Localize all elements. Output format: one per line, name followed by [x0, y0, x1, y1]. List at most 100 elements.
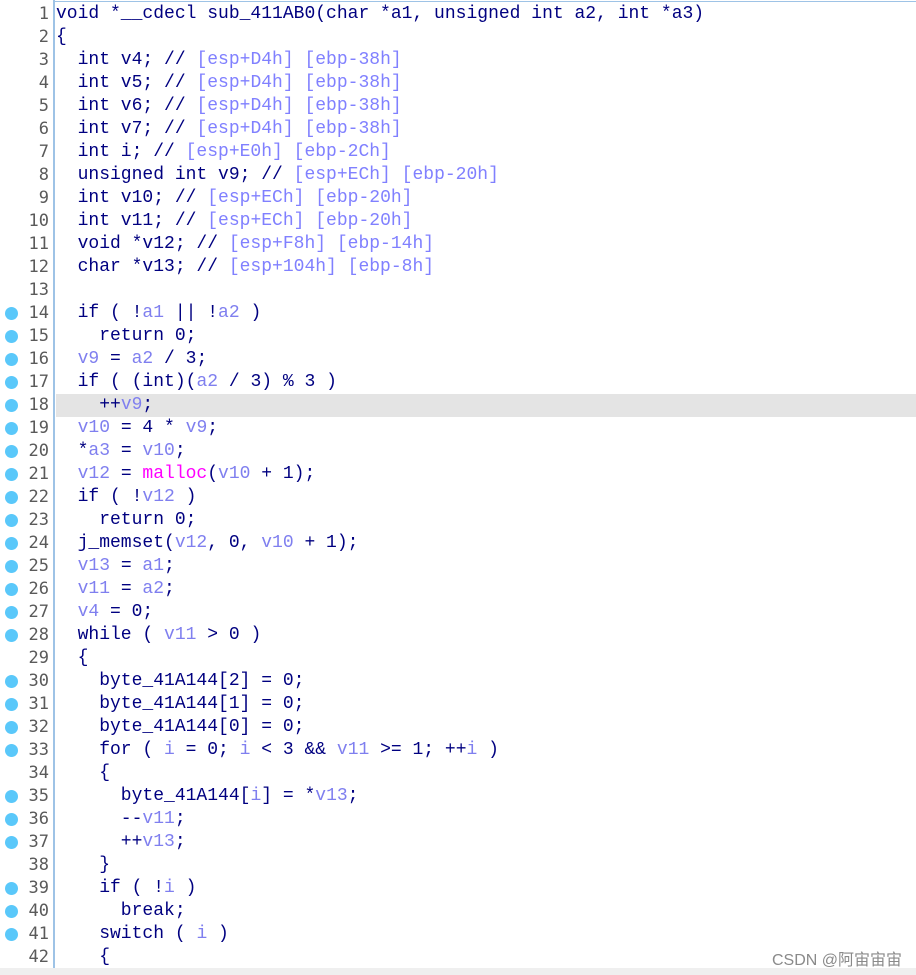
code-text[interactable]: char *v13; // [esp+104h] [ebp-8h]: [56, 256, 916, 279]
code-token: = 0;: [174, 740, 240, 760]
code-line[interactable]: 13: [0, 279, 916, 302]
code-text[interactable]: if ( !i ): [56, 877, 916, 900]
code-text[interactable]: {: [56, 26, 916, 49]
code-text[interactable]: }: [56, 854, 916, 877]
code-text[interactable]: int v6; // [esp+D4h] [ebp-38h]: [56, 95, 916, 118]
code-text[interactable]: if ( (int)(a2 / 3) % 3 ): [56, 371, 916, 394]
code-text[interactable]: int i; // [esp+E0h] [ebp-2Ch]: [56, 141, 916, 164]
code-line[interactable]: 4 int v5; // [esp+D4h] [ebp-38h]: [0, 72, 916, 95]
code-text[interactable]: int v7; // [esp+D4h] [ebp-38h]: [56, 118, 916, 141]
code-line[interactable]: 27 v4 = 0;: [0, 601, 916, 624]
code-text[interactable]: switch ( i ): [56, 923, 916, 946]
code-line[interactable]: 6 int v7; // [esp+D4h] [ebp-38h]: [0, 118, 916, 141]
code-text[interactable]: byte_41A144[0] = 0;: [56, 716, 916, 739]
code-line[interactable]: 35 byte_41A144[i] = *v13;: [0, 785, 916, 808]
code-text[interactable]: v9 = a2 / 3;: [56, 348, 916, 371]
code-text[interactable]: [56, 279, 916, 302]
code-text[interactable]: int v4; // [esp+D4h] [ebp-38h]: [56, 49, 916, 72]
code-text[interactable]: return 0;: [56, 325, 916, 348]
code-text[interactable]: while ( v11 > 0 ): [56, 624, 916, 647]
code-line[interactable]: 16 v9 = a2 / 3;: [0, 348, 916, 371]
code-line[interactable]: 2{: [0, 26, 916, 49]
code-text[interactable]: return 0;: [56, 509, 916, 532]
code-line[interactable]: 8 unsigned int v9; // [esp+ECh] [ebp-20h…: [0, 164, 916, 187]
code-text[interactable]: v13 = a1;: [56, 555, 916, 578]
variable-token: v10: [261, 533, 294, 553]
code-line[interactable]: 7 int i; // [esp+E0h] [ebp-2Ch]: [0, 141, 916, 164]
code-line[interactable]: 25 v13 = a1;: [0, 555, 916, 578]
code-line[interactable]: 14 if ( !a1 || !a2 ): [0, 302, 916, 325]
line-number: 9: [38, 188, 49, 208]
code-line[interactable]: 36 --v11;: [0, 808, 916, 831]
code-line[interactable]: 22 if ( !v12 ): [0, 486, 916, 509]
code-text[interactable]: int v11; // [esp+ECh] [ebp-20h]: [56, 210, 916, 233]
code-text[interactable]: v4 = 0;: [56, 601, 916, 624]
code-text[interactable]: j_memset(v12, 0, v10 + 1);: [56, 532, 916, 555]
code-line[interactable]: 33 for ( i = 0; i < 3 && v11 >= 1; ++i ): [0, 739, 916, 762]
code-text[interactable]: if ( !a1 || !a2 ): [56, 302, 916, 325]
code-token: return 0;: [56, 326, 197, 346]
code-line[interactable]: 21 v12 = malloc(v10 + 1);: [0, 463, 916, 486]
code-line[interactable]: 23 return 0;: [0, 509, 916, 532]
code-line[interactable]: 20 *a3 = v10;: [0, 440, 916, 463]
watermark: CSDN @阿宙宙宙: [771, 952, 902, 969]
code-line[interactable]: 5 int v6; // [esp+D4h] [ebp-38h]: [0, 95, 916, 118]
code-line[interactable]: 38 }: [0, 854, 916, 877]
code-text[interactable]: {: [56, 647, 916, 670]
code-line[interactable]: 12 char *v13; // [esp+104h] [ebp-8h]: [0, 256, 916, 279]
code-text[interactable]: v11 = a2;: [56, 578, 916, 601]
code-text[interactable]: v10 = 4 * v9;: [56, 417, 916, 440]
code-text[interactable]: byte_41A144[2] = 0;: [56, 670, 916, 693]
code-text[interactable]: void *v12; // [esp+F8h] [ebp-14h]: [56, 233, 916, 256]
code-text[interactable]: break;: [56, 900, 916, 923]
variable-token: v9: [77, 349, 100, 369]
code-line[interactable]: 1 void *__cdecl sub_411AB0(char *a1, unsi…: [0, 3, 916, 26]
code-line[interactable]: 30 byte_41A144[2] = 0;: [0, 670, 916, 693]
code-token: --: [56, 809, 143, 829]
variable-token: a2: [131, 349, 154, 369]
line-number: 31: [28, 694, 49, 714]
code-line[interactable]: 9 int v10; // [esp+ECh] [ebp-20h]: [0, 187, 916, 210]
code-line[interactable]: 40 break;: [0, 900, 916, 923]
code-text[interactable]: *a3 = v10;: [56, 440, 916, 463]
code-line[interactable]: 29 {: [0, 647, 916, 670]
code-text[interactable]: {: [56, 762, 916, 785]
code-line[interactable]: 31 byte_41A144[1] = 0;: [0, 693, 916, 716]
code-token: if ( !: [56, 303, 143, 323]
code-line[interactable]: 26 v11 = a2;: [0, 578, 916, 601]
code-line[interactable]: 11 void *v12; // [esp+F8h] [ebp-14h]: [0, 233, 916, 256]
code-text[interactable]: v12 = malloc(v10 + 1);: [56, 463, 916, 486]
code-line[interactable]: 37 ++v13;: [0, 831, 916, 854]
code-text[interactable]: void *__cdecl sub_411AB0(char *a1, unsig…: [56, 3, 916, 26]
code-line[interactable]: 19 v10 = 4 * v9;: [0, 417, 916, 440]
variable-token: v12: [174, 533, 208, 553]
code-token: void *v12; //: [56, 234, 229, 254]
code-line[interactable]: 10 int v11; // [esp+ECh] [ebp-20h]: [0, 210, 916, 233]
code-text[interactable]: if ( !v12 ): [56, 486, 916, 509]
code-line[interactable]: 28 while ( v11 > 0 ): [0, 624, 916, 647]
code-token: if ( !: [56, 487, 143, 507]
code-text[interactable]: ++v13;: [56, 831, 916, 854]
code-line[interactable]: 34 {: [0, 762, 916, 785]
code-text[interactable]: byte_41A144[i] = *v13;: [56, 785, 916, 808]
code-line[interactable]: 41 switch ( i ): [0, 923, 916, 946]
code-line[interactable]: 17 if ( (int)(a2 / 3) % 3 ): [0, 371, 916, 394]
code-text[interactable]: int v5; // [esp+D4h] [ebp-38h]: [56, 72, 916, 95]
code-text[interactable]: byte_41A144[1] = 0;: [56, 693, 916, 716]
code-text[interactable]: --v11;: [56, 808, 916, 831]
code-line[interactable]: 3 int v4; // [esp+D4h] [ebp-38h]: [0, 49, 916, 72]
pseudocode-view[interactable]: 1 void *__cdecl sub_411AB0(char *a1, unsi…: [0, 0, 916, 968]
variable-token: v13: [142, 832, 175, 852]
code-text[interactable]: ++v9;: [56, 394, 916, 417]
code-text[interactable]: unsigned int v9; // [esp+ECh] [ebp-20h]: [56, 164, 916, 187]
code-text[interactable]: for ( i = 0; i < 3 && v11 >= 1; ++i ): [56, 739, 916, 762]
code-line[interactable]: 15 return 0;: [0, 325, 916, 348]
code-line[interactable]: 24 j_memset(v12, 0, v10 + 1);: [0, 532, 916, 555]
code-text[interactable]: int v10; // [esp+ECh] [ebp-20h]: [56, 187, 916, 210]
line-number: 18: [28, 395, 49, 415]
code-line[interactable]: 18 ++v9;: [0, 394, 916, 417]
variable-token: a1: [142, 303, 165, 323]
code-line[interactable]: 32 byte_41A144[0] = 0;: [0, 716, 916, 739]
code-line[interactable]: 39 if ( !i ): [0, 877, 916, 900]
